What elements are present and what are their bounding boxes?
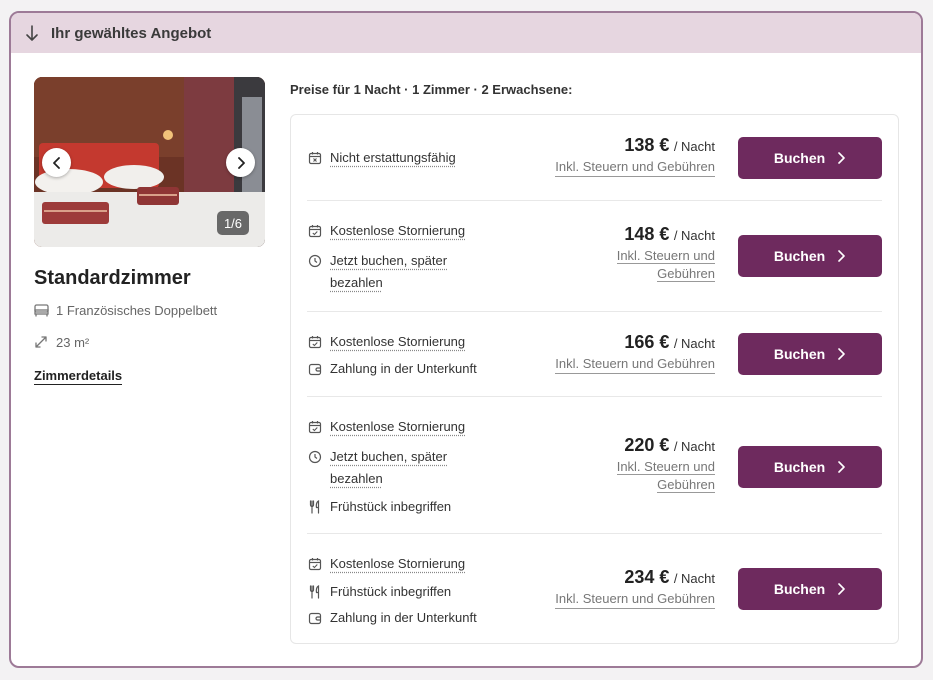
rate-feature-label: Zahlung in der Unterkunft — [330, 610, 477, 625]
cutlery-icon — [308, 581, 324, 603]
rate-row: Kostenlose Stornierung Jetzt buchen, spä… — [291, 201, 898, 312]
previous-image-button[interactable] — [42, 148, 71, 177]
chevron-right-icon — [837, 250, 846, 262]
price-per-night: / Nacht — [673, 336, 715, 351]
calendar-check-icon — [308, 331, 324, 353]
price-per-night: / Nacht — [673, 439, 715, 454]
book-button-label: Buchen — [773, 581, 826, 597]
book-button-label: Buchen — [773, 150, 826, 166]
room-details-link[interactable]: Zimmerdetails — [34, 368, 123, 385]
rate-feature-label[interactable]: Nicht erstattungsfähig — [330, 147, 456, 169]
tax-info-label: Inkl. Steuern und Gebühren — [616, 248, 715, 282]
card-title: Ihr gewähltes Angebot — [51, 24, 212, 42]
rate-feature: Frühstück inbegriffen — [308, 581, 451, 603]
book-button[interactable]: Buchen — [738, 333, 882, 375]
rate-price: 234 € / Nacht Inkl. Steuern und Gebühren — [555, 567, 715, 609]
rate-feature: Frühstück inbegriffen — [308, 496, 451, 518]
book-button-label: Buchen — [773, 459, 826, 475]
room-bed-info: 1 Französisches Doppelbett — [34, 302, 265, 318]
room-title: Standardzimmer — [34, 267, 191, 289]
book-button[interactable]: Buchen — [738, 137, 882, 179]
rate-feature-label: Frühstück inbegriffen — [330, 499, 452, 514]
price-amount: 220 € — [624, 435, 670, 455]
rate-row: Kostenlose Stornierung Zahlung in der Un… — [291, 312, 898, 397]
card-header[interactable]: Ihr gewähltes Angebot — [11, 13, 921, 53]
rate-price: 166 € / Nacht Inkl. Steuern und Gebühren — [555, 332, 715, 374]
calendar-cancel-icon — [308, 147, 324, 169]
rate-feature-label[interactable]: Jetzt buchen, später bezahlen — [330, 446, 480, 490]
price-amount: 234 € — [624, 567, 670, 587]
chevron-right-icon — [837, 348, 846, 360]
wallet-icon — [308, 607, 324, 629]
clock-icon — [308, 446, 324, 468]
rate-row: Kostenlose Stornierung Jetzt buchen, spä… — [291, 397, 898, 534]
tax-info-label: Inkl. Steuern und Gebühren — [616, 459, 715, 493]
rate-feature-label[interactable]: Kostenlose Stornierung — [330, 416, 465, 438]
chevron-right-icon — [837, 583, 846, 595]
price-per-night: / Nacht — [673, 571, 715, 586]
book-button-label: Buchen — [773, 346, 826, 362]
rate-feature: Zahlung in der Unterkunft — [308, 607, 477, 629]
tax-info-link[interactable]: Inkl. Steuern und Gebühren — [555, 355, 715, 374]
book-button-label: Buchen — [773, 248, 826, 264]
rate-feature: Kostenlose Stornierung — [308, 553, 465, 575]
rate-row: Nicht erstattungsfähig 138 € / Nacht Ink… — [291, 115, 898, 201]
rate-feature-label[interactable]: Kostenlose Stornierung — [330, 331, 465, 353]
chevron-right-icon — [837, 461, 846, 473]
price-amount: 148 € — [624, 224, 670, 244]
rate-feature-label[interactable]: Jetzt buchen, später bezahlen — [330, 250, 480, 294]
rate-feature: Kostenlose Stornierung — [308, 416, 465, 438]
book-button[interactable]: Buchen — [738, 568, 882, 610]
rate-list: Nicht erstattungsfähig 138 € / Nacht Ink… — [290, 114, 899, 644]
tax-info-link[interactable]: Inkl. Steuern und Gebühren — [555, 158, 715, 177]
rate-feature: Jetzt buchen, später bezahlen — [308, 446, 480, 490]
room-bed-label: 1 Französisches Doppelbett — [56, 302, 218, 318]
room-photo-carousel[interactable]: 1/6 — [34, 77, 265, 247]
selected-offer-card: Ihr gewähltes Angebot 1/6 Standardzimmer… — [9, 11, 923, 668]
price-per-night: / Nacht — [673, 139, 715, 154]
calendar-check-icon — [308, 553, 324, 575]
tax-info-link[interactable]: Inkl. Steuern und Gebühren — [603, 247, 715, 283]
price-amount: 138 € — [624, 135, 670, 155]
chevron-right-icon — [837, 152, 846, 164]
chevron-right-icon — [237, 156, 245, 169]
tax-info-link[interactable]: Inkl. Steuern und Gebühren — [555, 590, 715, 609]
next-image-button[interactable] — [226, 148, 255, 177]
prices-caption: Preise für 1 Nacht · 1 Zimmer · 2 Erwach… — [290, 82, 573, 97]
clock-icon — [308, 250, 324, 272]
calendar-check-icon — [308, 416, 324, 438]
rate-feature: Nicht erstattungsfähig — [308, 147, 456, 169]
price-per-night: / Nacht — [673, 228, 715, 243]
wallet-icon — [308, 358, 324, 380]
room-size-info: 23 m² — [34, 334, 265, 350]
rate-feature-label: Zahlung in der Unterkunft — [330, 361, 477, 376]
rate-feature-label[interactable]: Kostenlose Stornierung — [330, 553, 465, 575]
rate-feature: Jetzt buchen, später bezahlen — [308, 250, 480, 294]
rate-price: 138 € / Nacht Inkl. Steuern und Gebühren — [555, 135, 715, 177]
arrow-down-icon — [25, 24, 39, 42]
rate-feature-label[interactable]: Kostenlose Stornierung — [330, 220, 465, 242]
calendar-check-icon — [308, 220, 324, 242]
chevron-left-icon — [52, 156, 60, 169]
tax-info-link[interactable]: Inkl. Steuern und Gebühren — [603, 458, 715, 494]
rate-feature-label: Frühstück inbegriffen — [330, 584, 452, 599]
image-counter: 1/6 — [217, 211, 249, 235]
rate-feature: Zahlung in der Unterkunft — [308, 358, 477, 380]
rate-feature: Kostenlose Stornierung — [308, 220, 465, 242]
room-size-label: 23 m² — [56, 334, 90, 350]
book-button[interactable]: Buchen — [738, 235, 882, 277]
rate-row: Kostenlose Stornierung Frühstück inbegri… — [291, 534, 898, 644]
price-amount: 166 € — [624, 332, 670, 352]
rate-feature: Kostenlose Stornierung — [308, 331, 465, 353]
rate-price: 148 € / Nacht Inkl. Steuern und Gebühren — [603, 224, 715, 283]
bed-icon — [34, 302, 50, 318]
book-button[interactable]: Buchen — [738, 446, 882, 488]
rate-price: 220 € / Nacht Inkl. Steuern und Gebühren — [603, 435, 715, 494]
room-info: 1/6 Standardzimmer 1 Französisches Doppe… — [34, 77, 265, 385]
cutlery-icon — [308, 496, 324, 518]
expand-arrows-icon — [34, 334, 50, 350]
